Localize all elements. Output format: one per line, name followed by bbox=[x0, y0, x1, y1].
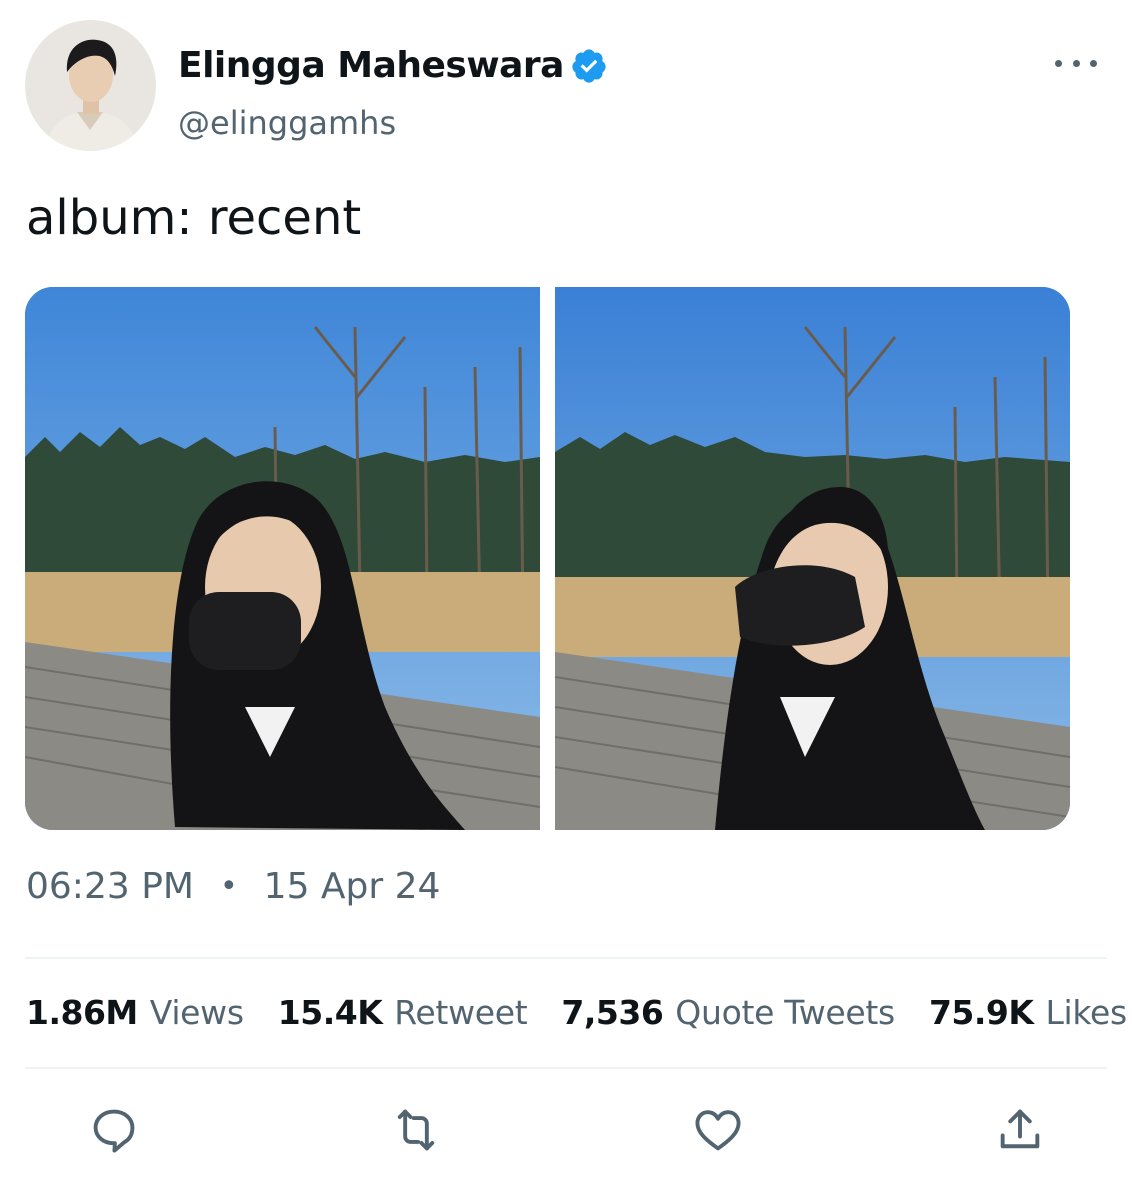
display-name-row: Elingga Maheswara bbox=[178, 40, 608, 92]
avatar-image bbox=[25, 20, 156, 151]
stat-quote-tweets[interactable]: 7,536 Quote Tweets bbox=[561, 993, 895, 1032]
tweet-text: album: recent bbox=[26, 190, 362, 246]
stat-retweets[interactable]: 15.4K Retweet bbox=[278, 993, 528, 1032]
photo-1[interactable] bbox=[25, 287, 540, 830]
stat-label: Quote Tweets bbox=[675, 993, 895, 1032]
tweet-stats: 1.86M Views 15.4K Retweet 7,536 Quote Tw… bbox=[26, 993, 1127, 1032]
tweet-time: 06:23 PM bbox=[26, 866, 194, 907]
stat-value: 1.86M bbox=[26, 993, 138, 1032]
more-dot bbox=[1090, 59, 1097, 67]
timestamp-separator: • bbox=[219, 869, 238, 904]
user-handle[interactable]: @elinggamhs bbox=[178, 105, 396, 141]
divider bbox=[25, 1067, 1107, 1069]
stat-views[interactable]: 1.86M Views bbox=[26, 993, 244, 1032]
photo-2[interactable] bbox=[555, 287, 1070, 830]
divider bbox=[25, 957, 1107, 959]
timestamp[interactable]: 06:23 PM • 15 Apr 24 bbox=[26, 866, 440, 907]
tweet-date: 15 Apr 24 bbox=[263, 866, 441, 907]
stat-label: Retweet bbox=[394, 993, 528, 1032]
photo-2-image bbox=[555, 287, 1070, 830]
verified-badge-icon bbox=[570, 47, 608, 85]
more-dot bbox=[1055, 59, 1062, 67]
display-name[interactable]: Elingga Maheswara bbox=[178, 48, 564, 84]
more-options-icon[interactable] bbox=[1055, 48, 1097, 78]
action-bar bbox=[0, 1100, 1132, 1160]
like-icon[interactable] bbox=[688, 1100, 748, 1160]
stat-value: 7,536 bbox=[561, 993, 664, 1032]
stat-label: Views bbox=[149, 993, 244, 1032]
retweet-icon[interactable] bbox=[386, 1100, 446, 1160]
stat-value: 75.9K bbox=[928, 993, 1034, 1032]
more-dot bbox=[1072, 59, 1080, 67]
stat-likes[interactable]: 75.9K Likes bbox=[929, 993, 1127, 1032]
share-icon[interactable] bbox=[990, 1100, 1050, 1160]
stat-value: 15.4K bbox=[277, 993, 383, 1032]
media-grid bbox=[25, 287, 1070, 830]
photo-1-image bbox=[25, 287, 540, 830]
reply-icon[interactable] bbox=[84, 1100, 144, 1160]
stat-label: Likes bbox=[1045, 993, 1127, 1032]
avatar[interactable] bbox=[25, 20, 156, 151]
